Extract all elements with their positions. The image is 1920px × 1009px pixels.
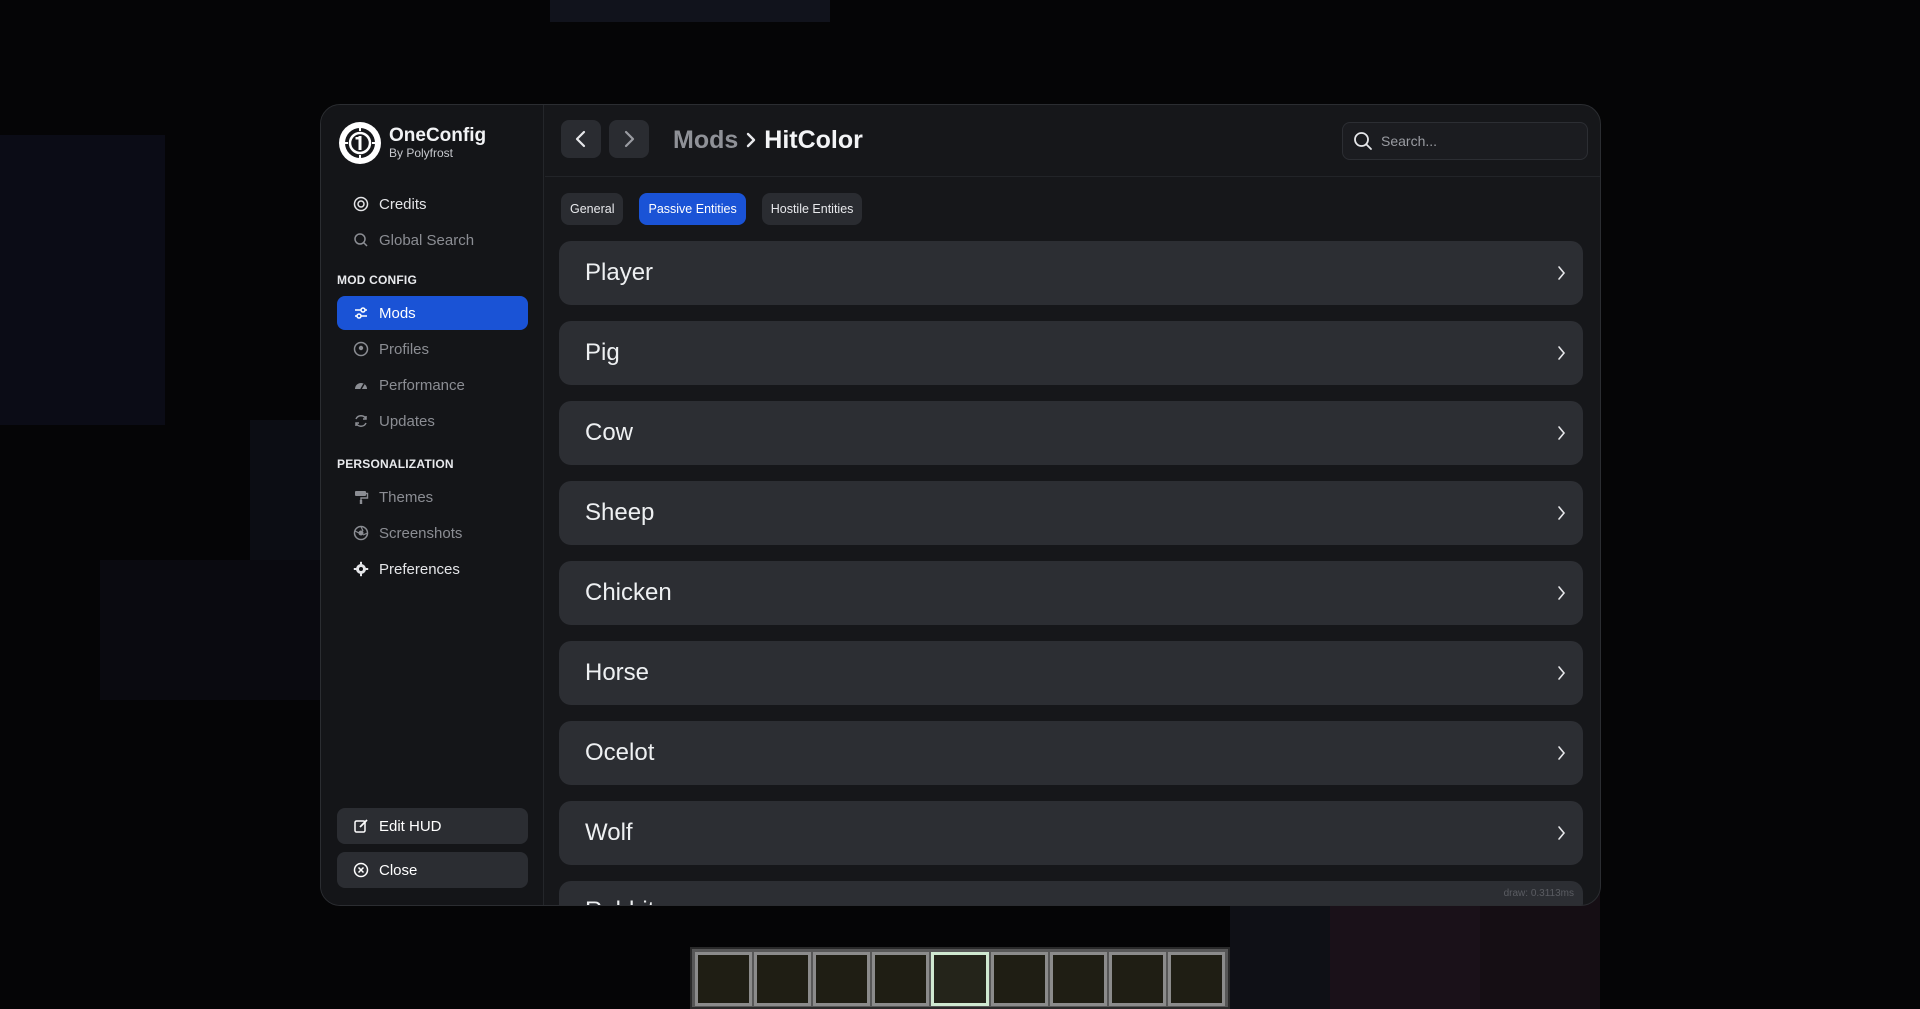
- sliders-icon: [353, 305, 369, 321]
- list-item[interactable]: Cow: [559, 401, 1583, 465]
- sidebar-item-label: Screenshots: [379, 524, 463, 542]
- search-icon: [1354, 132, 1372, 150]
- chevron-right-icon: [1558, 586, 1566, 600]
- search-input[interactable]: [1381, 133, 1571, 149]
- sidebar-item-updates[interactable]: Updates: [337, 404, 528, 438]
- gauge-icon: [353, 377, 369, 393]
- draw-time-readout: draw: 0.3113ms: [1503, 888, 1574, 899]
- gear-icon: [353, 561, 369, 577]
- chevron-right-icon: [1558, 506, 1566, 520]
- list-item-label: Rabbit: [585, 897, 654, 905]
- sidebar-item-label: Mods: [379, 304, 416, 322]
- list-item-label: Cow: [585, 419, 634, 446]
- list-item[interactable]: Chicken: [559, 561, 1583, 625]
- sidebar-item-label: Global Search: [379, 231, 475, 249]
- breadcrumb: Mods HitColor: [673, 125, 863, 155]
- hotbar-slot[interactable]: [872, 952, 930, 1006]
- brand-subtitle: By Polyfrost: [389, 146, 454, 160]
- edit-hud-button[interactable]: Edit HUD: [337, 808, 528, 844]
- tab-passive-entities[interactable]: Passive Entities: [639, 193, 746, 225]
- sidebar-item-global-search[interactable]: Global Search: [337, 223, 528, 257]
- close-icon: [353, 862, 369, 878]
- search-icon: [353, 232, 369, 248]
- sidebar-item-themes[interactable]: Themes: [337, 480, 528, 514]
- profiles-icon: [353, 341, 369, 357]
- chevron-right-icon: [1558, 426, 1566, 440]
- sidebar-item-screenshots[interactable]: Screenshots: [337, 516, 528, 550]
- list-item-label: Player: [585, 259, 654, 286]
- list-item[interactable]: Ocelot: [559, 721, 1583, 785]
- hotbar-slot[interactable]: [1167, 952, 1225, 1006]
- list-item[interactable]: Player: [559, 241, 1583, 305]
- list-item[interactable]: Horse: [559, 641, 1583, 705]
- sidebar-item-label: Profiles: [379, 340, 430, 358]
- hotbar-slot-selected[interactable]: [931, 952, 989, 1006]
- sidebar-item-mods[interactable]: Mods: [337, 296, 528, 330]
- list-item-label: Pig: [585, 339, 620, 366]
- sidebar-item-label: Themes: [379, 488, 434, 506]
- category-tabs: General Passive Entities Hostile Entitie…: [561, 193, 878, 225]
- sidebar-item-label: Updates: [379, 412, 435, 430]
- search-box[interactable]: [1342, 122, 1588, 160]
- hotbar-slot[interactable]: [1108, 952, 1166, 1006]
- hotbar: [690, 947, 1230, 1009]
- hotbar-slot[interactable]: [1049, 952, 1107, 1006]
- brand: OneConfig By Polyfrost: [339, 122, 486, 164]
- refresh-icon: [353, 413, 369, 429]
- forward-button[interactable]: [609, 120, 649, 158]
- list-item-label: Sheep: [585, 499, 655, 526]
- section-label-personalization: PERSONALIZATION: [337, 457, 454, 471]
- section-label-mod-config: MOD CONFIG: [337, 273, 417, 287]
- credits-icon: [353, 196, 369, 212]
- tab-general[interactable]: General: [561, 193, 624, 225]
- main-content: Mods HitColor General Passive Entities H…: [545, 105, 1600, 905]
- list-item-label: Wolf: [585, 819, 633, 846]
- sidebar-item-label: Performance: [379, 376, 465, 394]
- sidebar-item-performance[interactable]: Performance: [337, 368, 528, 402]
- close-label: Close: [379, 861, 418, 879]
- hotbar-slot[interactable]: [695, 952, 753, 1006]
- list-item[interactable]: Pig: [559, 321, 1583, 385]
- chevron-right-icon: [624, 130, 635, 148]
- chevron-right-icon: [744, 130, 758, 150]
- brand-name: OneConfig: [389, 125, 487, 146]
- list-item-label: Ocelot: [585, 739, 655, 766]
- oneconfig-window: OneConfig By Polyfrost Credits Global Se…: [320, 104, 1601, 906]
- chevron-right-icon: [1558, 826, 1566, 840]
- oneconfig-logo-icon: [339, 122, 381, 164]
- hotbar-slot[interactable]: [990, 952, 1048, 1006]
- paint-roller-icon: [353, 489, 369, 505]
- edit-hud-label: Edit HUD: [379, 817, 442, 835]
- sidebar-item-label: Credits: [379, 195, 427, 213]
- chevron-right-icon: [1558, 266, 1566, 280]
- breadcrumb-parent[interactable]: Mods: [673, 126, 738, 155]
- list-item[interactable]: Wolf: [559, 801, 1583, 865]
- sidebar-item-label: Preferences: [379, 560, 460, 578]
- back-button[interactable]: [561, 120, 601, 158]
- close-button[interactable]: Close: [337, 852, 528, 888]
- breadcrumb-current: HitColor: [764, 125, 863, 154]
- header: Mods HitColor: [545, 105, 1600, 177]
- aperture-icon: [353, 525, 369, 541]
- list-item-label: Horse: [585, 659, 650, 686]
- chevron-right-icon: [1558, 746, 1566, 760]
- chevron-left-icon: [575, 130, 586, 148]
- chevron-right-icon: [1558, 666, 1566, 680]
- list-item-label: Chicken: [585, 579, 672, 606]
- list-item[interactable]: Rabbit: [559, 881, 1583, 905]
- sidebar-item-credits[interactable]: Credits: [337, 187, 528, 221]
- tab-hostile-entities[interactable]: Hostile Entities: [761, 193, 863, 225]
- sidebar-item-profiles[interactable]: Profiles: [337, 332, 528, 366]
- list-item[interactable]: Sheep: [559, 481, 1583, 545]
- edit-icon: [353, 818, 369, 834]
- sidebar-item-preferences[interactable]: Preferences: [337, 552, 528, 586]
- chevron-right-icon: [1558, 346, 1566, 360]
- sidebar: OneConfig By Polyfrost Credits Global Se…: [321, 105, 544, 905]
- hotbar-slot[interactable]: [754, 952, 812, 1006]
- hotbar-slot[interactable]: [813, 952, 871, 1006]
